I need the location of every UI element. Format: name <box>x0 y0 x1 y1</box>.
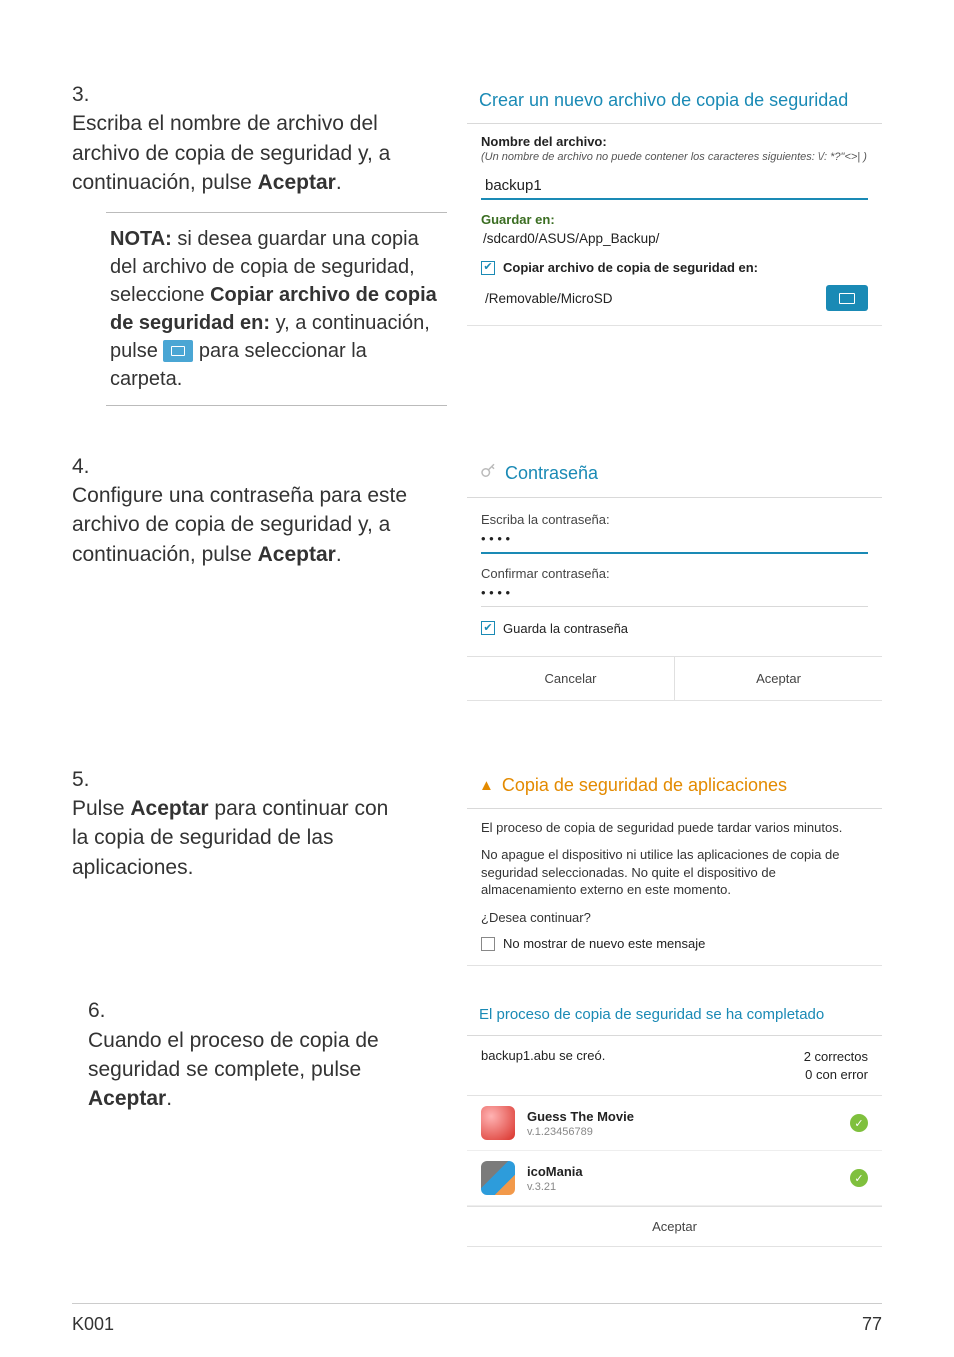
step3-text: Escriba el nombre de archivo del archivo… <box>72 112 390 194</box>
filename-input[interactable]: backup1 <box>481 171 868 200</box>
app1-icon <box>481 1106 515 1140</box>
step6-number: 6. <box>88 996 122 1025</box>
step4-number: 4. <box>72 452 106 481</box>
savein-label: Guardar en: <box>481 212 868 227</box>
step3-period: . <box>336 171 342 194</box>
confirm-password-input[interactable]: • • • • <box>481 585 868 607</box>
step3-number: 3. <box>72 80 106 109</box>
err-count: 0 con error <box>804 1066 868 1084</box>
dont-show-checkbox[interactable] <box>481 937 495 951</box>
dont-show-label: No mostrar de nuevo este mensaje <box>503 936 705 951</box>
step6-t1: Cuando el proceso de copia de seguridad … <box>88 1029 379 1081</box>
panel4-title: El proceso de copia de seguridad se ha c… <box>467 996 882 1036</box>
folder-icon <box>163 340 193 362</box>
app1-version: v.1.23456789 <box>527 1126 634 1138</box>
panel3-title: Copia de seguridad de aplicaciones <box>502 775 787 796</box>
status-ok-icon: ✓ <box>850 1114 868 1132</box>
dest-path: /Removable/MicroSD <box>481 291 613 306</box>
step4-body: Configure una contraseña para este archi… <box>72 481 409 569</box>
filename-label: Nombre del archivo: <box>481 134 868 149</box>
panel3-msg2: No apague el dispositivo ni utilice las … <box>481 846 868 899</box>
save-password-label: Guarda la contraseña <box>503 621 628 636</box>
filename-hint: (Un nombre de archivo no puede contener … <box>481 151 868 163</box>
save-password-checkbox[interactable] <box>481 621 495 635</box>
step5-body: Pulse Aceptar para continuar con la copi… <box>72 794 409 882</box>
panel3-msg3: ¿Desea continuar? <box>481 909 868 927</box>
confirm-backup-panel: ▲ Copia de seguridad de aplicaciones El … <box>467 765 882 967</box>
cancel-button[interactable]: Cancelar <box>467 657 675 700</box>
savein-path: /sdcard0/ASUS/App_Backup/ <box>481 231 868 246</box>
browse-folder-button[interactable] <box>826 285 868 311</box>
password-panel: Contraseña Escriba la contraseña: • • • … <box>467 452 882 701</box>
created-file-label: backup1.abu se creó. <box>481 1048 605 1083</box>
step5-number: 5. <box>72 765 106 794</box>
panel2-header: Contraseña <box>467 452 882 498</box>
step3-accept-bold: Aceptar <box>258 171 336 194</box>
complete-panel: El proceso de copia de seguridad se ha c… <box>467 996 882 1247</box>
panel3-header: ▲ Copia de seguridad de aplicaciones <box>467 765 882 809</box>
confirm-pw-label: Confirmar contraseña: <box>481 566 868 581</box>
ok-count: 2 correctos <box>804 1048 868 1066</box>
app1-name: Guess The Movie <box>527 1109 634 1124</box>
step3-body: Escriba el nombre de archivo del archivo… <box>72 109 409 197</box>
warning-icon: ▲ <box>479 777 494 794</box>
page-number: 77 <box>862 1314 882 1335</box>
note-box: NOTA: si desea guardar una copia del arc… <box>106 212 447 406</box>
app2-icon <box>481 1161 515 1195</box>
result-header: backup1.abu se creó. 2 correctos 0 con e… <box>467 1036 882 1096</box>
step6-t2: . <box>166 1087 172 1110</box>
panel2-title: Contraseña <box>505 463 598 484</box>
step5-t1: Pulse <box>72 797 130 820</box>
app-row-2: icoMania v.3.21 ✓ <box>467 1151 882 1206</box>
copy-checkbox[interactable] <box>481 261 495 275</box>
panel1-title: Crear un nuevo archivo de copia de segur… <box>467 80 882 124</box>
step4-text: Configure una contraseña para este archi… <box>72 484 407 566</box>
step5-accept-bold: Aceptar <box>130 797 208 820</box>
step6-accept-bold: Aceptar <box>88 1087 166 1110</box>
password-input[interactable]: • • • • <box>481 531 868 554</box>
step4-period: . <box>336 543 342 566</box>
step6-body: Cuando el proceso de copia de seguridad … <box>88 1026 409 1114</box>
accept-button[interactable]: Aceptar <box>675 657 882 700</box>
key-icon <box>479 462 497 485</box>
app-row-1: Guess The Movie v.1.23456789 ✓ <box>467 1096 882 1151</box>
folder-icon <box>839 293 855 304</box>
app2-name: icoMania <box>527 1164 583 1179</box>
footer-model: K001 <box>72 1314 114 1335</box>
create-backup-panel: Crear un nuevo archivo de copia de segur… <box>467 80 882 326</box>
note-label: NOTA: <box>110 228 177 250</box>
app2-version: v.3.21 <box>527 1181 583 1193</box>
step4-accept-bold: Aceptar <box>258 543 336 566</box>
panel3-msg1: El proceso de copia de seguridad puede t… <box>481 819 868 837</box>
copy-checkbox-label: Copiar archivo de copia de seguridad en: <box>503 260 758 275</box>
status-ok-icon: ✓ <box>850 1169 868 1187</box>
enter-pw-label: Escriba la contraseña: <box>481 512 868 527</box>
accept-final-button[interactable]: Aceptar <box>467 1206 882 1246</box>
